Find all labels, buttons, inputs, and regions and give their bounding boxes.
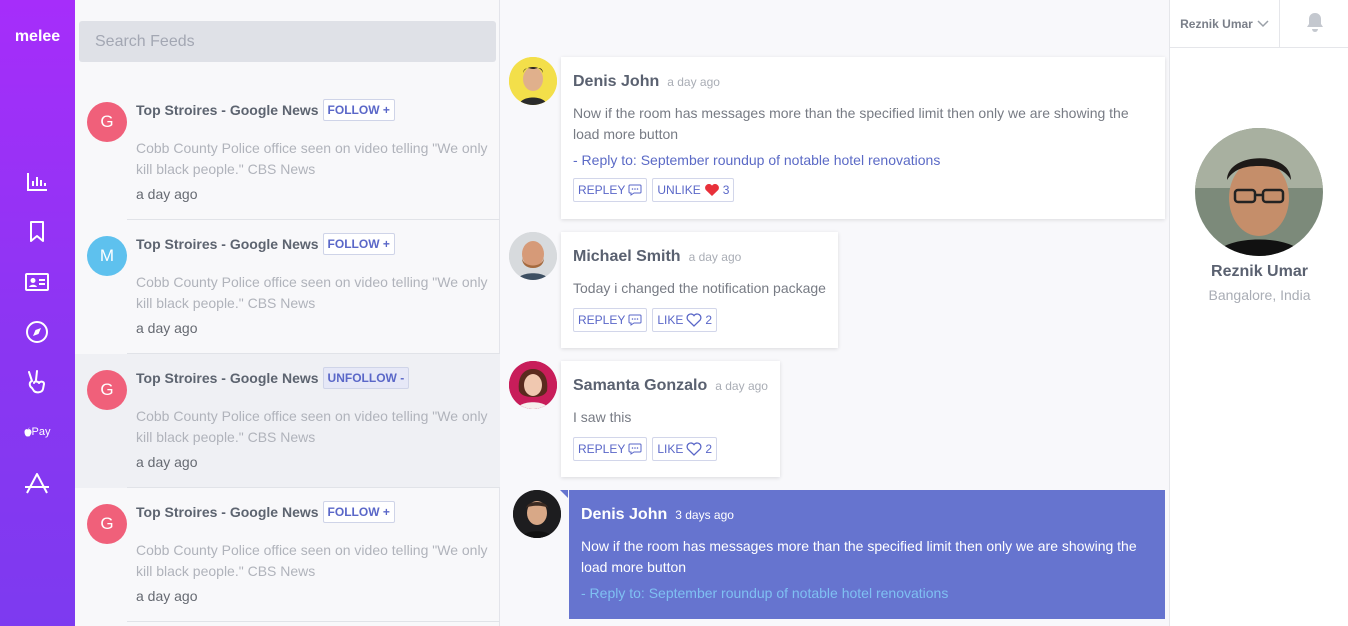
- feed-time: a day ago: [136, 186, 198, 202]
- feed-avatar: G: [87, 370, 127, 410]
- like-button[interactable]: LIKE 2: [652, 437, 718, 461]
- user-menu-name: Reznik Umar: [1180, 17, 1253, 31]
- comments-panel: Denis John a day ago Now if the room has …: [501, 0, 1169, 626]
- feed-time: a day ago: [136, 588, 198, 604]
- comment-text: Now if the room has messages more than t…: [573, 105, 1129, 142]
- like-button[interactable]: LIKE 2: [652, 308, 718, 332]
- like-count: 2: [705, 313, 713, 327]
- feed-body: Cobb County Police office seen on video …: [136, 140, 488, 177]
- feed-item[interactable]: M Top Stroires - Google News FOLLOW + Cobb …: [75, 220, 500, 354]
- chevron-down-icon: [1257, 20, 1269, 28]
- reply-button[interactable]: REPLEY: [573, 178, 648, 202]
- reply-button[interactable]: REPLEY: [573, 308, 648, 332]
- feed-body: Cobb County Police office seen on video …: [136, 408, 488, 445]
- feed-time: a day ago: [136, 320, 198, 336]
- feed-title[interactable]: Top Stroires - Google News: [136, 504, 319, 520]
- user-menu-dropdown[interactable]: Reznik Umar: [1170, 0, 1280, 48]
- chat-bubble-icon: [628, 184, 642, 196]
- victory-hand-icon[interactable]: [22, 369, 52, 395]
- profile-panel: Reznik Umar Reznik Umar Bangalore, India: [1169, 0, 1348, 626]
- apple-pay-icon[interactable]: Pay: [22, 419, 52, 445]
- angular-logo-icon[interactable]: [22, 471, 52, 497]
- heart-outline-icon: [686, 442, 702, 456]
- own-comment-card: Denis John 3 days ago Now if the room has…: [569, 490, 1165, 619]
- feed-avatar: G: [87, 102, 127, 142]
- reply-button[interactable]: REPLEY: [573, 437, 648, 461]
- comment-time: a day ago: [715, 379, 768, 393]
- feed-title[interactable]: Top Stroires - Google News: [136, 102, 319, 118]
- divider: [127, 621, 500, 622]
- profile-avatar[interactable]: [1195, 128, 1323, 256]
- comment-time: a day ago: [667, 75, 720, 89]
- comment-time: 3 days ago: [675, 508, 734, 522]
- feed-body: Cobb County Police office seen on video …: [136, 274, 488, 311]
- comment-time: a day ago: [688, 250, 742, 264]
- compass-icon[interactable]: [22, 319, 52, 345]
- comment-text: Today i changed the notification package: [573, 280, 826, 296]
- left-nav-rail: melee Pay: [0, 0, 75, 626]
- comment-card: Denis John a day ago Now if the room has …: [561, 57, 1165, 219]
- follow-button[interactable]: FOLLOW +: [322, 233, 395, 255]
- feed-item[interactable]: G Top Stroires - Google News UNFOLLOW - Cob…: [75, 354, 500, 488]
- search-input[interactable]: [95, 32, 496, 51]
- chat-bubble-icon: [628, 314, 642, 326]
- feed-avatar: M: [87, 236, 127, 276]
- feed-title[interactable]: Top Stroires - Google News: [136, 370, 319, 386]
- avatar[interactable]: [509, 361, 557, 409]
- heart-filled-icon: [704, 184, 719, 196]
- feed-avatar: G: [87, 504, 127, 544]
- avatar[interactable]: [509, 57, 557, 105]
- avatar[interactable]: [513, 490, 561, 538]
- comment-author[interactable]: Michael Smith a day ago: [573, 248, 741, 266]
- comment-text: Now if the room has messages more than t…: [581, 538, 1137, 575]
- notification-bell-icon[interactable]: [1300, 10, 1330, 36]
- feed-item[interactable]: G Top Stroires - Google News FOLLOW + Cobb …: [75, 86, 500, 220]
- id-card-icon[interactable]: [22, 269, 52, 295]
- bubble-tail: [560, 490, 568, 498]
- comment-author[interactable]: Denis John 3 days ago: [581, 506, 734, 524]
- like-count: 3: [722, 183, 730, 197]
- brand-logo[interactable]: melee: [0, 28, 75, 46]
- profile-name: Reznik Umar: [1211, 263, 1308, 280]
- pay-label: Pay: [31, 426, 51, 438]
- heart-outline-icon: [686, 313, 702, 327]
- unfollow-button[interactable]: UNFOLLOW -: [322, 367, 410, 389]
- comment-author[interactable]: Denis John a day ago: [573, 73, 720, 91]
- comment-text: I saw this: [573, 409, 632, 425]
- feed-item[interactable]: G Top Stroires - Google News FOLLOW + Cobb …: [75, 488, 500, 622]
- chat-bubble-icon: [628, 443, 642, 455]
- follow-button[interactable]: FOLLOW +: [322, 99, 395, 121]
- feed-title[interactable]: Top Stroires - Google News: [136, 236, 319, 252]
- feed-body: Cobb County Police office seen on video …: [136, 542, 488, 579]
- reply-to-link[interactable]: - Reply to: September roundup of notable…: [573, 152, 940, 168]
- follow-button[interactable]: FOLLOW +: [322, 501, 395, 523]
- avatar[interactable]: [509, 232, 557, 280]
- top-bar: Reznik Umar: [1170, 0, 1348, 48]
- feeds-panel: GTop Stroires - Google NewsFOLLOW +Cobb …: [75, 0, 500, 626]
- reply-to-link[interactable]: - Reply to: September roundup of notable…: [581, 585, 948, 601]
- search-box[interactable]: [79, 21, 496, 62]
- profile-location: Bangalore, India: [1208, 287, 1311, 303]
- bar-chart-icon[interactable]: [22, 169, 52, 195]
- comment-author[interactable]: Samanta Gonzalo a day ago: [573, 377, 768, 395]
- feed-time: a day ago: [136, 454, 198, 470]
- like-count: 2: [705, 442, 713, 456]
- comment-card: Michael Smith a day ago Today i changed t…: [561, 232, 838, 348]
- bookmark-icon[interactable]: [22, 219, 52, 245]
- comment-card: Samanta Gonzalo a day ago I saw this REPL…: [561, 361, 780, 477]
- unlike-button[interactable]: UNLIKE 3: [652, 178, 735, 202]
